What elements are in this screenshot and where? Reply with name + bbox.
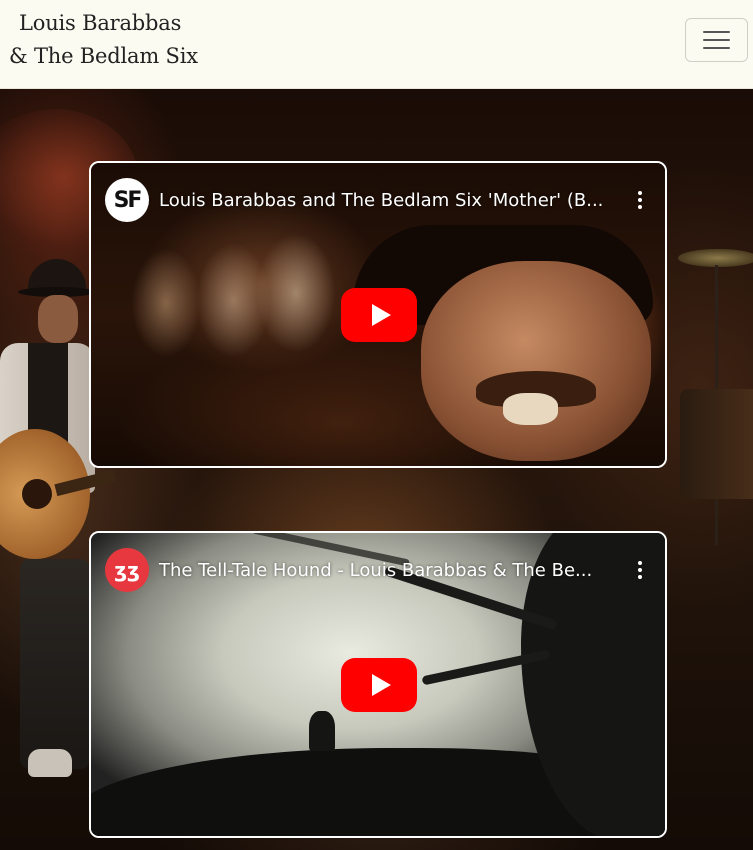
video-embed-tell-tale-hound[interactable]: ʒʒ The Tell-Tale Hound - Louis Barabbas … [89,531,667,838]
site-header: Louis Barabbas & The Bedlam Six [0,0,753,89]
hamburger-menu-icon [703,31,730,33]
more-vertical-icon[interactable] [629,187,651,213]
video-title-bar: SF Louis Barabbas and The Bedlam Six 'Mo… [105,177,651,223]
play-icon [371,304,391,326]
video-embed-mother[interactable]: SF Louis Barabbas and The Bedlam Six 'Mo… [89,161,667,468]
site-brand-link[interactable]: Louis Barabbas & The Bedlam Six [9,7,198,73]
video-title[interactable]: Louis Barabbas and The Bedlam Six 'Mothe… [159,190,619,211]
video-title-bar: ʒʒ The Tell-Tale Hound - Louis Barabbas … [105,547,651,593]
drum-kit-image [670,209,753,569]
more-vertical-icon[interactable] [629,557,651,583]
navbar-toggle-button[interactable] [685,18,748,62]
play-icon [371,674,391,696]
channel-avatar[interactable]: SF [105,178,149,222]
brand-line-1: Louis Barabbas [19,11,182,35]
youtube-play-button[interactable] [341,658,417,712]
video-title[interactable]: The Tell-Tale Hound - Louis Barabbas & T… [159,560,619,581]
brand-line-2: & The Bedlam Six [9,44,198,68]
guitarist-image [0,259,116,789]
youtube-play-button[interactable] [341,288,417,342]
channel-avatar[interactable]: ʒʒ [105,548,149,592]
